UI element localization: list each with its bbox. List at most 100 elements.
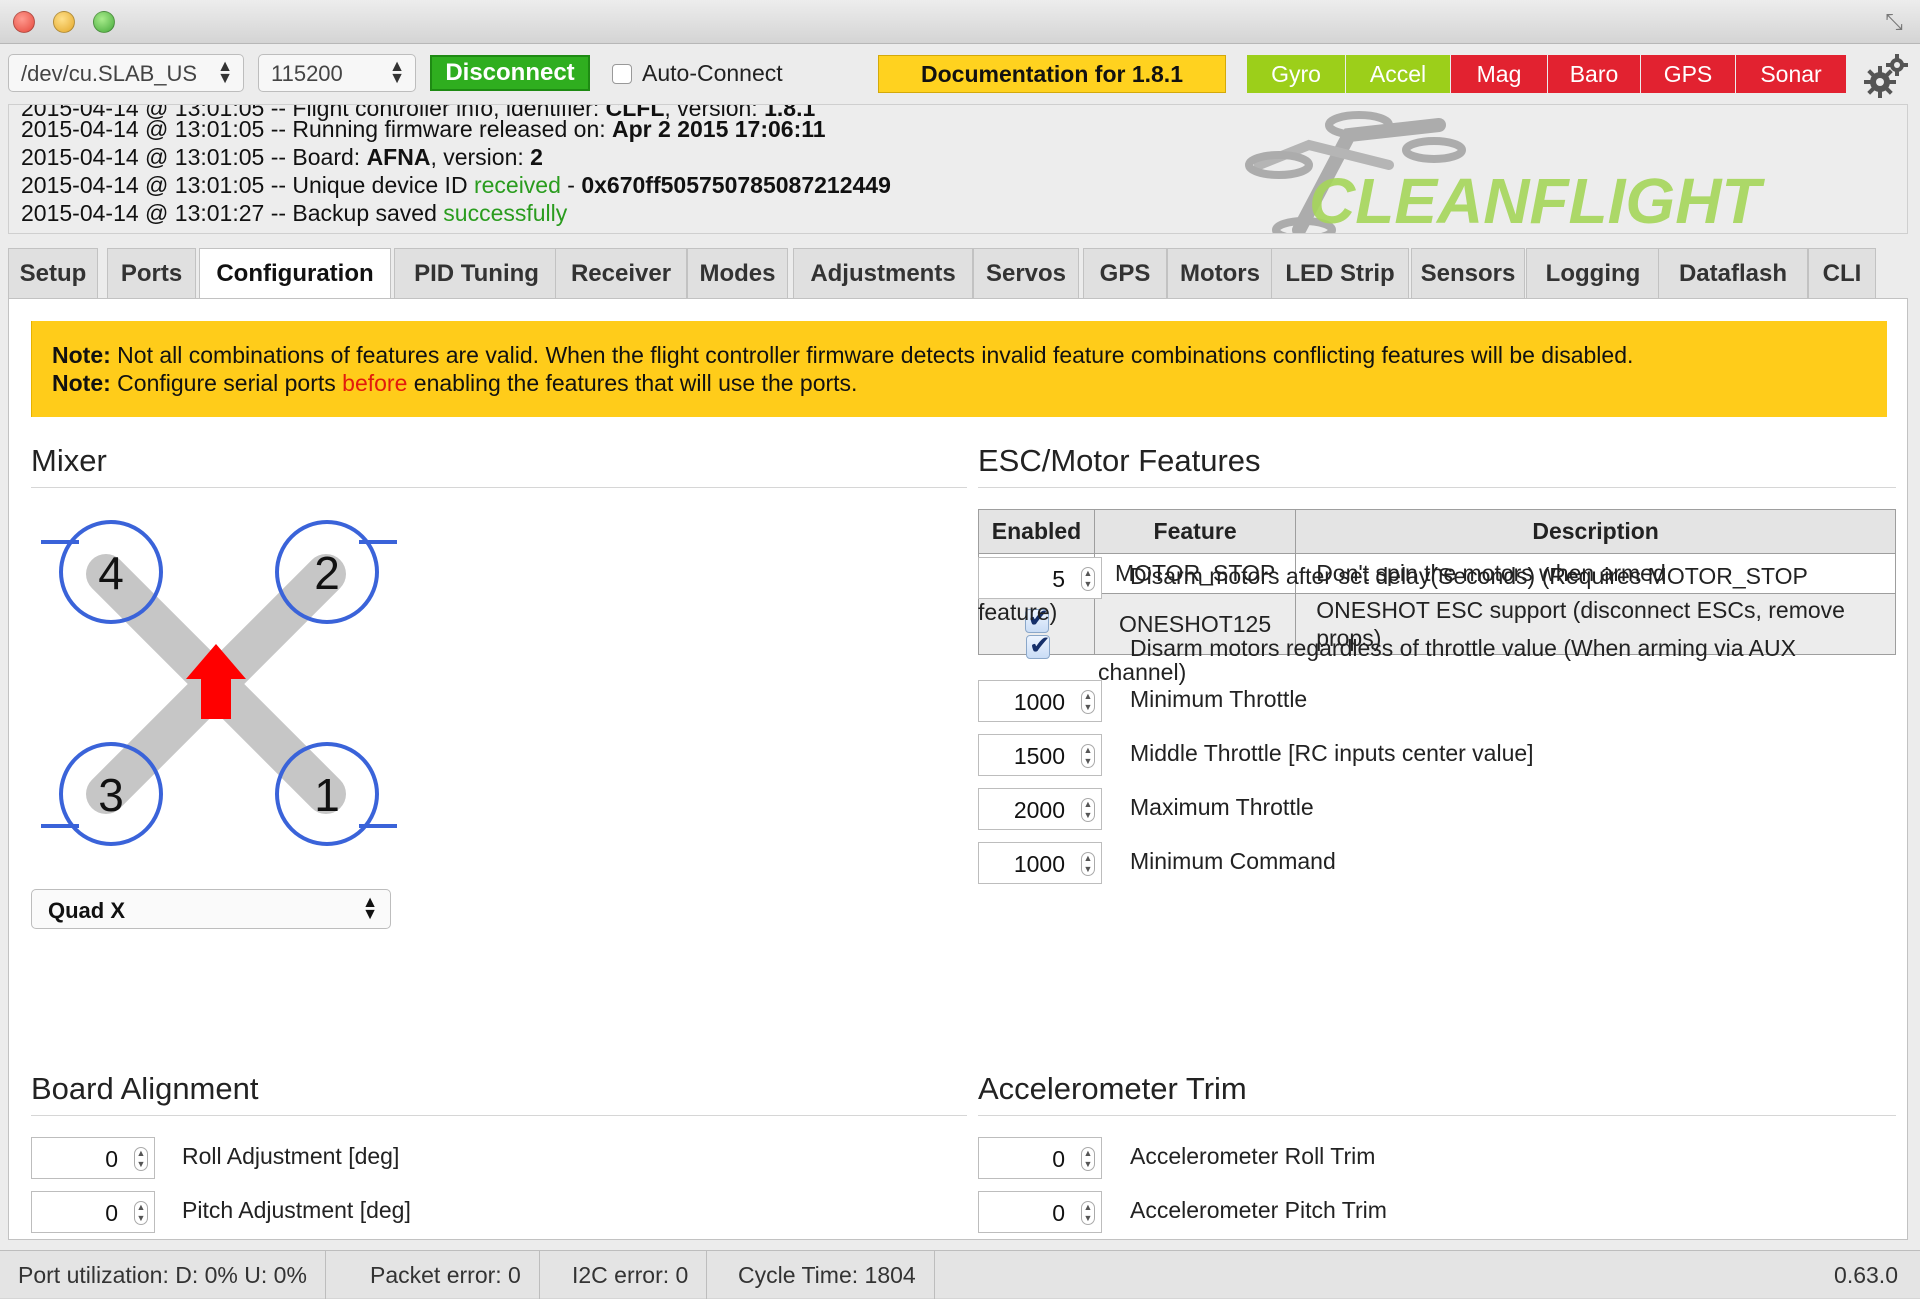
mixer-title: Mixer (31, 443, 107, 478)
section-divider (978, 1115, 1896, 1116)
spinner-icon: ▲ ▼ (1081, 744, 1095, 768)
mid-throttle-label: Middle Throttle [RC inputs center value] (1130, 740, 1534, 766)
pitch-adjustment-input[interactable]: 0 ▲ ▼ (31, 1191, 155, 1233)
log-line: 2015-04-14 @ 13:01:05 -- Running firmwar… (21, 116, 826, 142)
sensor-baro-indicator: Baro (1548, 55, 1640, 93)
spinner-icon: ▲ ▼ (1081, 798, 1095, 822)
baud-select[interactable]: 115200 ▲ ▼ (258, 54, 416, 92)
sensor-gps-indicator: GPS (1641, 55, 1735, 93)
accel-pitch-trim-input[interactable]: 0 ▲ ▼ (978, 1191, 1102, 1233)
feature-note: Note: Not all combinations of features a… (31, 321, 1887, 417)
log-line: 2015-04-14 @ 13:01:27 -- Backup saved su… (21, 200, 568, 226)
tab-gps[interactable]: GPS (1083, 248, 1167, 298)
min-command-label: Minimum Command (1130, 848, 1336, 874)
min-throttle-input[interactable]: 1000 ▲ ▼ (978, 680, 1102, 722)
tab-ports[interactable]: Ports (107, 248, 196, 298)
zoom-window-button[interactable] (93, 11, 115, 33)
packet-error: Packet error: 0 (352, 1251, 540, 1299)
disarm-kill-switch-checkbox[interactable] (1026, 630, 1051, 661)
min-throttle-label: Minimum Throttle (1130, 686, 1308, 712)
tab-pid-tuning[interactable]: PID Tuning (394, 248, 559, 298)
auto-connect-label: Auto-Connect (642, 60, 783, 86)
log-line: 2015-04-14 @ 13:01:05 -- Unique device I… (21, 172, 891, 198)
spinner-icon: ▲ ▼ (1081, 567, 1095, 591)
disarm-delay-input[interactable]: 5 ▲ ▼ (978, 557, 1102, 599)
tab-sensors[interactable]: Sensors (1411, 248, 1525, 298)
port-select-value: /dev/cu.SLAB_US (21, 61, 198, 86)
app-version: 0.63.0 (1834, 1262, 1898, 1288)
motor-2-label: 2 (314, 547, 340, 599)
mid-throttle-input[interactable]: 1500 ▲ ▼ (978, 734, 1102, 776)
select-arrows-icon: ▲ ▼ (362, 894, 378, 923)
i2c-error: I2C error: 0 (554, 1251, 708, 1299)
svg-text:CLEANFLIGHT: CLEANFLIGHT (1309, 165, 1765, 234)
max-throttle-input[interactable]: 2000 ▲ ▼ (978, 788, 1102, 830)
close-window-button[interactable] (13, 11, 35, 33)
fullscreen-icon[interactable]: ⤡ (1880, 8, 1908, 36)
connection-header: /dev/cu.SLAB_US ▲ ▼ 115200 ▲ ▼ Disconnect … (0, 44, 1920, 104)
configuration-panel: Note: Not all combinations of features a… (8, 298, 1908, 1240)
tab-modes[interactable]: Modes (687, 248, 788, 298)
port-select[interactable]: /dev/cu.SLAB_US ▲ ▼ (8, 54, 244, 92)
tab-cli[interactable]: CLI (1808, 248, 1876, 298)
max-throttle-label: Maximum Throttle (1130, 794, 1314, 820)
section-divider (31, 487, 967, 488)
spinner-icon: ▲ ▼ (1081, 690, 1095, 714)
spinner-icon: ▲ ▼ (134, 1147, 148, 1171)
roll-adjustment-label: Roll Adjustment [deg] (182, 1143, 400, 1169)
tab-servos[interactable]: Servos (973, 248, 1079, 298)
esc-features-title: ESC/Motor Features (978, 443, 1261, 478)
settings-gear-icon[interactable] (1862, 52, 1910, 100)
accel-pitch-trim-label: Accelerometer Pitch Trim (1130, 1197, 1387, 1223)
disarm-throttle-label-cont: channel) (1098, 659, 1187, 685)
tab-motors[interactable]: Motors (1167, 248, 1273, 298)
spinner-icon: ▲ ▼ (134, 1201, 148, 1225)
accelerometer-trim-title: Accelerometer Trim (978, 1071, 1247, 1106)
minimize-window-button[interactable] (53, 11, 75, 33)
motor-3-label: 3 (98, 769, 124, 821)
tab-adjustments[interactable]: Adjustments (793, 248, 973, 298)
tab-logging[interactable]: Logging (1526, 248, 1660, 298)
auto-connect-checkbox[interactable] (612, 64, 632, 84)
mixer-type-select[interactable]: Quad X ▲ ▼ (31, 889, 391, 929)
section-divider (31, 1115, 967, 1116)
quad-x-diagram: 4 2 3 1 (41, 520, 397, 846)
disarm-delay-label-cont: feature) (978, 599, 1058, 625)
sensor-accel-indicator: Accel (1346, 55, 1450, 93)
sensor-mag-indicator: Mag (1451, 55, 1547, 93)
auto-connect-toggle[interactable]: Auto-Connect (612, 60, 783, 87)
disarm-throttle-label: Disarm motors regardless of throttle val… (1130, 635, 1796, 661)
tab-led-strip[interactable]: LED Strip (1271, 248, 1409, 298)
accel-roll-trim-label: Accelerometer Roll Trim (1130, 1143, 1376, 1169)
motor-1-label: 1 (314, 769, 340, 821)
sensor-gyro-indicator: Gyro (1247, 55, 1345, 93)
select-arrows-icon: ▲ ▼ (217, 58, 233, 87)
cycle-time: Cycle Time: 1804 (720, 1251, 935, 1299)
title-bar: ⤡ (0, 0, 1920, 44)
roll-adjustment-input[interactable]: 0 ▲ ▼ (31, 1137, 155, 1179)
spinner-icon: ▲ ▼ (1081, 1147, 1095, 1171)
column-header-description: Description (1295, 509, 1896, 554)
board-alignment-title: Board Alignment (31, 1071, 259, 1106)
tab-setup[interactable]: Setup (8, 248, 98, 298)
tab-receiver[interactable]: Receiver (555, 248, 687, 298)
tab-configuration[interactable]: Configuration (199, 248, 391, 300)
section-divider (978, 487, 1896, 488)
baud-select-value: 115200 (271, 61, 343, 86)
console-log[interactable]: 2015-04-14 @ 13:01:05 -- Flight controll… (8, 104, 1908, 234)
motor-4-label: 4 (98, 547, 124, 599)
column-header-enabled: Enabled (978, 509, 1095, 554)
disconnect-button[interactable]: Disconnect (430, 55, 590, 91)
min-command-input[interactable]: 1000 ▲ ▼ (978, 842, 1102, 884)
tab-dataflash[interactable]: Dataflash (1658, 248, 1808, 298)
status-bar: Port utilization: D: 0% U: 0% Packet err… (0, 1250, 1920, 1299)
accel-roll-trim-input[interactable]: 0 ▲ ▼ (978, 1137, 1102, 1179)
log-line: 2015-04-14 @ 13:01:05 -- Board: AFNA, ve… (21, 144, 543, 170)
documentation-button[interactable]: Documentation for 1.8.1 (878, 55, 1226, 93)
disarm-delay-label: Disarm motors after set delay(Seconds) (… (1130, 563, 1808, 589)
select-arrows-icon: ▲ ▼ (389, 58, 405, 87)
mixer-type-value: Quad X (48, 898, 126, 923)
main-tabs: Setup Ports Configuration PID Tuning Rec… (8, 248, 1908, 300)
column-header-feature: Feature (1093, 509, 1297, 554)
spinner-icon: ▲ ▼ (1081, 852, 1095, 876)
